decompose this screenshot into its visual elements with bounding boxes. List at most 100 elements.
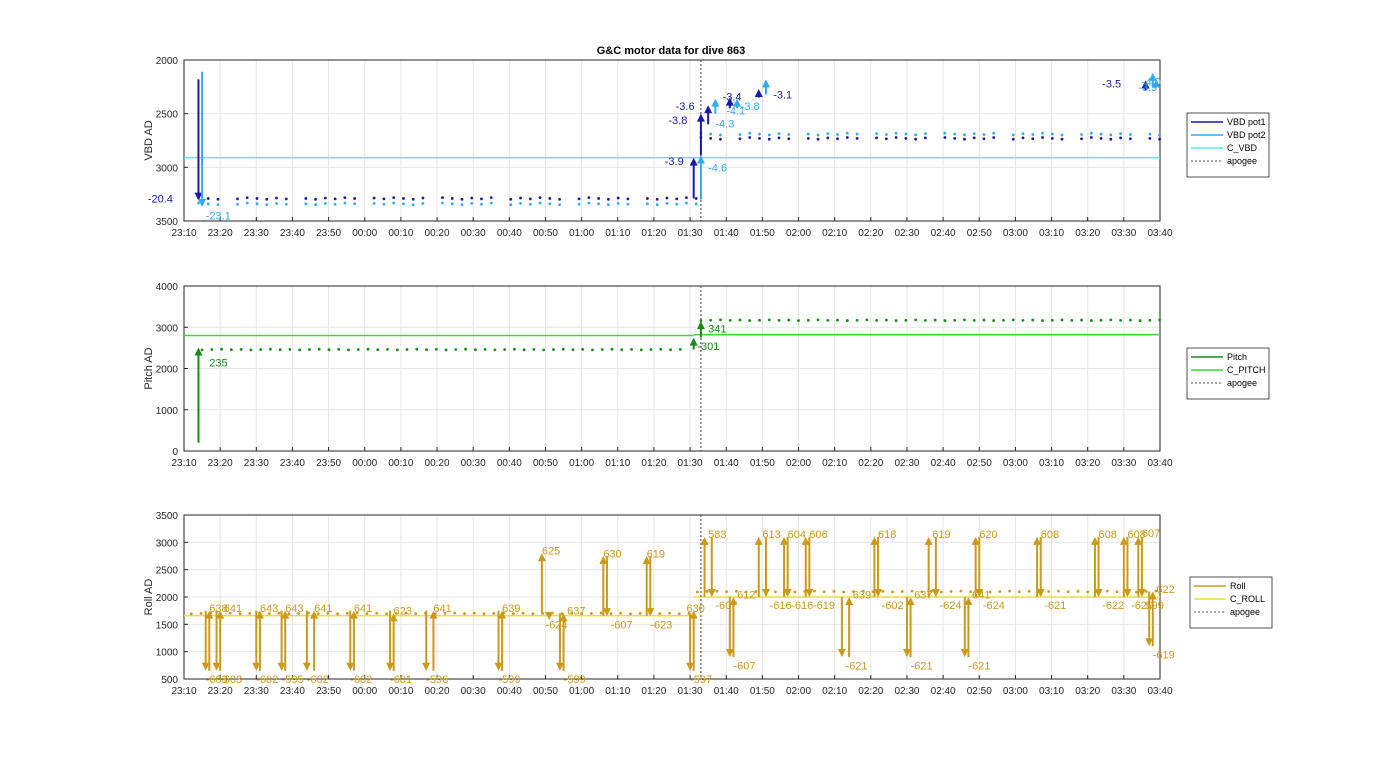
data-point bbox=[982, 137, 986, 141]
data-point bbox=[395, 348, 399, 352]
arrow-label: -603 bbox=[220, 674, 242, 686]
data-point bbox=[392, 201, 396, 205]
data-point bbox=[758, 136, 761, 140]
arrow-label: -623 bbox=[650, 619, 672, 631]
y-tick-label: 2500 bbox=[156, 110, 179, 121]
figure-title: G&C motor data for dive 863 bbox=[597, 45, 746, 57]
data-point bbox=[910, 589, 914, 593]
data-point bbox=[677, 612, 681, 616]
data-point bbox=[816, 318, 820, 322]
data-point bbox=[450, 202, 454, 206]
data-point bbox=[1031, 137, 1035, 141]
data-point bbox=[327, 348, 331, 352]
x-tick-label: 00:00 bbox=[352, 686, 377, 697]
data-point bbox=[787, 318, 791, 322]
data-point bbox=[1017, 590, 1021, 594]
data-point bbox=[480, 197, 483, 201]
data-point bbox=[806, 136, 810, 140]
data-point bbox=[275, 201, 278, 205]
data-point bbox=[493, 348, 497, 352]
arrow-label: -621 bbox=[968, 660, 990, 672]
data-point bbox=[597, 202, 601, 206]
data-point bbox=[914, 133, 918, 137]
data-point bbox=[758, 132, 761, 136]
data-point bbox=[1050, 132, 1054, 136]
data-point bbox=[472, 611, 476, 615]
legend-label: VBD pot1 bbox=[1227, 117, 1266, 127]
data-point bbox=[1099, 318, 1103, 322]
data-point bbox=[382, 202, 386, 206]
y-tick-label: 1000 bbox=[156, 406, 179, 417]
data-point bbox=[411, 203, 415, 207]
y-axis-label: Roll AD bbox=[143, 579, 155, 616]
data-point bbox=[199, 612, 203, 615]
x-tick-label: 00:00 bbox=[352, 458, 377, 469]
data-point bbox=[1119, 132, 1122, 136]
x-tick-label: 03:40 bbox=[1147, 458, 1172, 469]
data-point bbox=[1060, 137, 1064, 141]
x-tick-label: 02:40 bbox=[931, 686, 956, 697]
arrow-label: -621 bbox=[846, 660, 868, 672]
data-point bbox=[894, 131, 898, 135]
legend-label: apogee bbox=[1230, 607, 1260, 617]
data-point bbox=[665, 196, 669, 200]
data-point bbox=[963, 133, 966, 137]
x-tick-label: 23:10 bbox=[171, 458, 196, 469]
data-point bbox=[606, 197, 610, 201]
arrow-label: -602 bbox=[350, 674, 372, 686]
data-point bbox=[963, 318, 966, 322]
data-point bbox=[875, 132, 878, 136]
legend-label: C_VBD bbox=[1227, 143, 1258, 153]
data-point bbox=[630, 347, 633, 351]
data-point bbox=[992, 136, 996, 139]
arrow-label: -3.8 bbox=[741, 101, 760, 113]
arrow-label: -597 bbox=[690, 674, 712, 686]
data-point bbox=[748, 136, 752, 139]
data-point bbox=[353, 197, 357, 200]
data-point bbox=[265, 197, 269, 201]
x-tick-label: 23:40 bbox=[280, 686, 305, 697]
data-point bbox=[1027, 589, 1031, 593]
data-point bbox=[216, 203, 220, 207]
data-point bbox=[900, 590, 904, 593]
data-point bbox=[836, 137, 839, 141]
y-axis-label: VBD AD bbox=[143, 120, 155, 160]
data-point bbox=[1011, 318, 1015, 322]
data-point bbox=[1128, 137, 1132, 141]
arrow-label: -621 bbox=[911, 660, 933, 672]
data-point bbox=[836, 318, 839, 322]
x-tick-label: 23:10 bbox=[171, 686, 196, 697]
data-point bbox=[314, 203, 317, 207]
data-point bbox=[415, 347, 419, 351]
data-point bbox=[1128, 133, 1132, 136]
arrow-label: 341 bbox=[708, 323, 726, 335]
data-point bbox=[229, 348, 233, 352]
data-point bbox=[441, 201, 444, 205]
x-tick-label: 01:20 bbox=[641, 228, 666, 239]
x-tick-label: 03:20 bbox=[1075, 686, 1100, 697]
data-point bbox=[460, 203, 464, 207]
y-tick-label: 3000 bbox=[156, 323, 179, 334]
x-tick-label: 00:50 bbox=[533, 228, 558, 239]
data-point bbox=[460, 197, 464, 201]
arrow-label: -624 bbox=[939, 600, 961, 612]
x-tick-label: 01:30 bbox=[678, 458, 703, 469]
x-tick-label: 01:50 bbox=[750, 458, 775, 469]
x-tick-label: 23:30 bbox=[244, 458, 269, 469]
arrow-label: -595 bbox=[282, 674, 304, 686]
data-point bbox=[620, 348, 624, 352]
data-point bbox=[385, 612, 388, 616]
data-point bbox=[1158, 137, 1162, 141]
data-point bbox=[606, 203, 610, 207]
data-point bbox=[402, 202, 405, 206]
data-point bbox=[904, 318, 908, 322]
data-point bbox=[685, 196, 688, 200]
data-point bbox=[695, 590, 699, 594]
data-point bbox=[298, 348, 302, 352]
data-point bbox=[1060, 133, 1064, 137]
arrow-label: 622 bbox=[1156, 584, 1174, 596]
data-point bbox=[372, 196, 376, 200]
y-tick-label: 500 bbox=[161, 675, 178, 686]
data-point bbox=[992, 319, 996, 322]
data-point bbox=[453, 611, 457, 615]
